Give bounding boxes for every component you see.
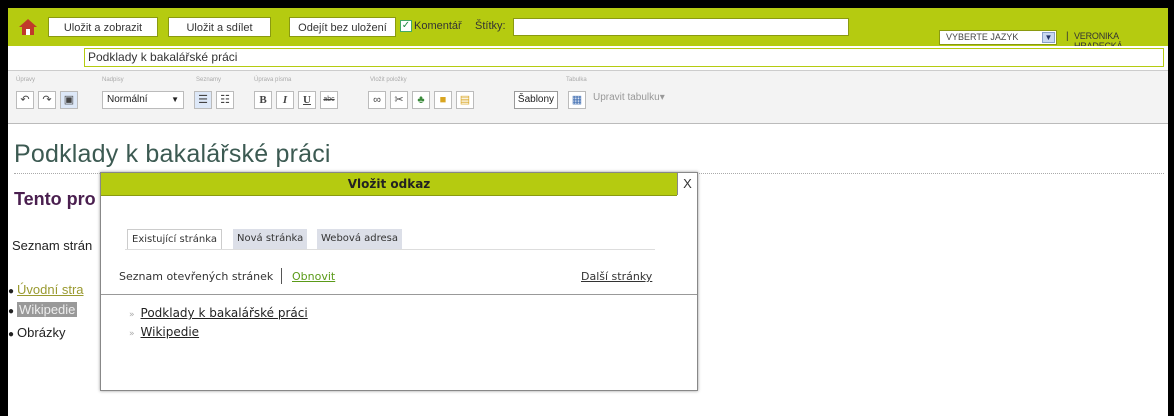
chevron-right-icon: »: [129, 310, 135, 320]
formatting-toolbar: Úpravy Nadpisy Seznamy Úprava písma Vlož…: [8, 71, 1168, 124]
group-label-vlozit-polozky: Vložit položky: [370, 77, 407, 83]
group-label-seznamy: Seznamy: [196, 77, 222, 83]
page-link[interactable]: Podklady k bakalářské práci: [141, 306, 308, 320]
italic-icon[interactable]: I: [276, 91, 294, 109]
language-select-value: VYBERTE JAZYK: [946, 32, 1019, 42]
list-item-label[interactable]: Úvodní stra: [17, 282, 83, 297]
tab-existing-page[interactable]: Existující stránka: [127, 229, 222, 250]
chevron-right-icon: »: [129, 329, 135, 339]
comment-label: Komentář: [414, 20, 462, 32]
list-item: ● Obrázky: [8, 325, 65, 340]
bold-icon[interactable]: B: [254, 91, 272, 109]
list-item-label: Obrázky: [17, 325, 66, 340]
tab-new-page[interactable]: Nová stránka: [233, 229, 308, 249]
edit-table-dropdown[interactable]: Upravit tabulku▾: [593, 92, 665, 103]
strikethrough-icon[interactable]: abc: [320, 91, 338, 109]
home-icon[interactable]: [18, 17, 38, 37]
list-item[interactable]: ● Wikipedie: [8, 302, 78, 317]
table-icon[interactable]: ▦: [568, 91, 586, 109]
insert-page-icon[interactable]: ▤: [456, 91, 474, 109]
page-subheading: Tento pro: [14, 189, 96, 209]
language-select[interactable]: VYBERTE JAZYK ▼: [939, 30, 1057, 45]
page-heading: Podklady k bakalářské práci: [14, 140, 331, 168]
bullet-icon: ●: [8, 286, 15, 297]
separator: |: [1066, 31, 1069, 42]
close-button[interactable]: X: [677, 173, 697, 195]
open-pages-label: Seznam otevřených stránek: [119, 270, 274, 283]
save-and-share-button[interactable]: Uložit a sdílet: [168, 17, 271, 37]
save-and-view-button[interactable]: Uložit a zobrazit: [48, 17, 158, 37]
chevron-down-icon: ▼: [171, 95, 179, 104]
dialog-title: Vložit odkaz: [101, 173, 677, 196]
refresh-link[interactable]: Obnovit: [292, 270, 335, 283]
bullet-list-icon[interactable]: ☰: [194, 91, 212, 109]
page-link[interactable]: Wikipedie: [141, 325, 200, 339]
bullet-icon: ●: [8, 306, 15, 317]
exit-without-saving-button[interactable]: Odejít bez uložení: [289, 17, 396, 37]
tab-divider: [125, 249, 655, 250]
tab-web-address[interactable]: Webová adresa: [317, 229, 403, 249]
bullet-icon: ●: [8, 329, 15, 340]
separator: [281, 268, 282, 284]
paragraph-format-select[interactable]: Normální ▼: [102, 91, 184, 109]
tags-input[interactable]: [513, 18, 849, 36]
link-icon[interactable]: ∞: [368, 91, 386, 109]
editor-window: Uložit a zobrazit Uložit a sdílet Odejít…: [8, 8, 1168, 416]
list-item[interactable]: » Podklady k bakalářské práci: [129, 306, 308, 320]
list-item[interactable]: » Wikipedie: [129, 325, 199, 339]
numbered-list-icon[interactable]: ☷: [216, 91, 234, 109]
paragraph-format-value: Normální: [107, 94, 148, 105]
title-row: Podklady k bakalářské práci: [8, 46, 1168, 71]
group-label-tabulka: Tabulka: [566, 77, 587, 83]
list-item[interactable]: ● Úvodní stra: [8, 282, 84, 297]
group-label-upravy: Úpravy: [16, 77, 36, 83]
comment-checkbox[interactable]: ✓: [400, 20, 412, 32]
redo-icon[interactable]: ↷: [38, 91, 56, 109]
more-pages-link[interactable]: Další stránky: [581, 270, 652, 283]
underline-icon[interactable]: U: [298, 91, 316, 109]
list-item-label[interactable]: Wikipedie: [17, 302, 78, 317]
insert-image-icon[interactable]: ♣: [412, 91, 430, 109]
group-label-nadpisy: Nadpisy: [102, 77, 124, 83]
insert-file-icon[interactable]: ■: [434, 91, 452, 109]
insert-link-dialog: Vložit odkaz X Existující stránka Nová s…: [100, 172, 698, 391]
top-toolbar: Uložit a zobrazit Uložit a sdílet Odejít…: [8, 8, 1168, 51]
undo-icon[interactable]: ↶: [16, 91, 34, 109]
tags-label: Štítky:: [475, 20, 506, 32]
list-divider: [101, 294, 697, 295]
list-intro-text: Seznam strán: [12, 238, 93, 253]
templates-button[interactable]: Šablony: [514, 91, 558, 109]
group-label-uprava-pisma: Úprava písma: [254, 77, 292, 83]
unlink-icon[interactable]: ✂: [390, 91, 408, 109]
page-title-input[interactable]: Podklady k bakalářské práci: [84, 48, 1164, 67]
chevron-down-icon[interactable]: ▼: [1042, 32, 1055, 43]
image-icon[interactable]: ▣: [60, 91, 78, 109]
